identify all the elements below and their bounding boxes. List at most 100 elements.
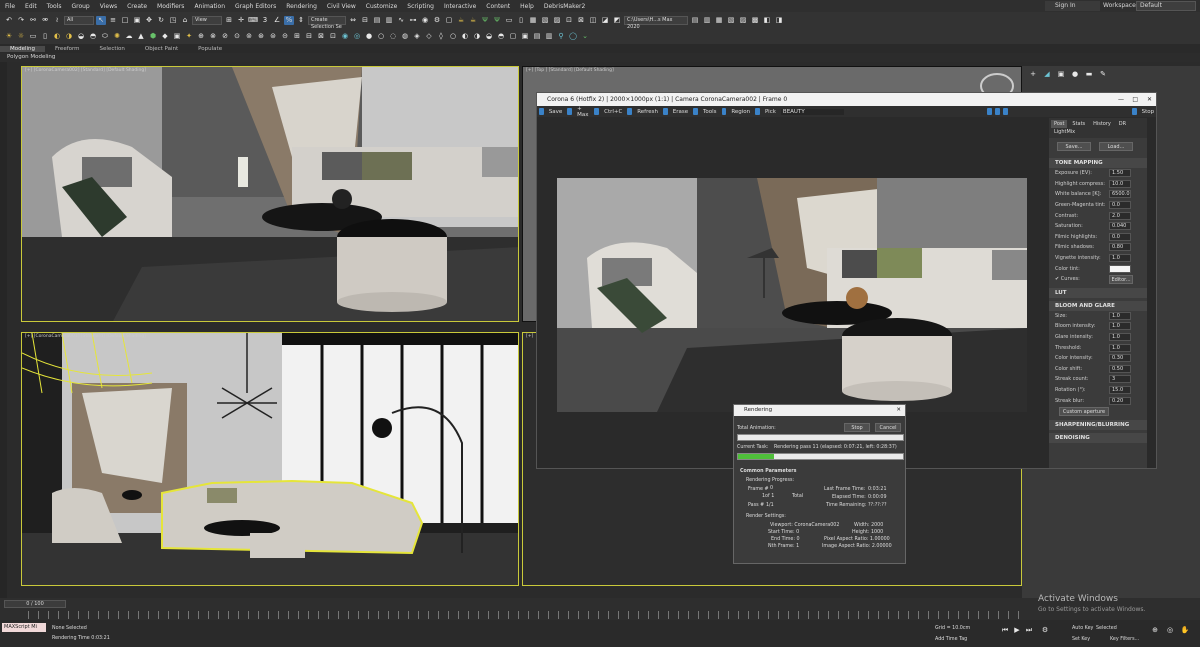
tone-mapping-param-value[interactable]: 0.0 xyxy=(1109,201,1131,210)
bloom-glare-header[interactable]: BLOOM AND GLARE xyxy=(1049,300,1147,311)
hierarchy-tab-icon[interactable]: ▣ xyxy=(1056,70,1066,79)
spinner-snap-icon[interactable]: ⇕ xyxy=(296,16,306,25)
tool-i-icon[interactable]: ▥ xyxy=(702,16,712,25)
viewport-camera001[interactable]: [+] [CoronaCamera001] [Standard] [Defaul… xyxy=(21,332,519,586)
corona-g-icon[interactable]: ◈ xyxy=(412,32,422,41)
menu-civil-view[interactable]: Civil View xyxy=(322,3,361,10)
redo-icon[interactable]: ↷ xyxy=(16,16,26,25)
script-b-icon[interactable]: Ψ xyxy=(492,16,502,25)
snap-3d-icon[interactable]: 3 xyxy=(260,16,270,25)
menu-graph-editors[interactable]: Graph Editors xyxy=(230,3,281,10)
bloom-param-value[interactable]: 1.0 xyxy=(1109,343,1131,352)
zoom-out-icon[interactable] xyxy=(1002,108,1008,115)
scale-icon[interactable]: ◳ xyxy=(168,16,178,25)
tab-dr[interactable]: DR xyxy=(1116,120,1129,128)
to-max-icon[interactable] xyxy=(567,108,573,115)
menu-scripting[interactable]: Scripting xyxy=(402,3,439,10)
vfb-save-button[interactable]: Save xyxy=(547,109,565,115)
script-a-icon[interactable]: Ψ xyxy=(480,16,490,25)
tab-history[interactable]: History xyxy=(1090,120,1114,128)
erase-icon[interactable] xyxy=(662,108,668,115)
object-n-icon[interactable]: ✦ xyxy=(184,32,194,41)
object-z-icon[interactable]: ⊡ xyxy=(328,32,338,41)
copy-icon[interactable] xyxy=(594,108,600,115)
object-u-icon[interactable]: ⊜ xyxy=(268,32,278,41)
ribbon-tab-object-paint[interactable]: Object Paint xyxy=(135,46,188,52)
rect-select-icon[interactable]: □ xyxy=(120,16,130,25)
object-s-icon[interactable]: ⊚ xyxy=(244,32,254,41)
menu-interactive[interactable]: Interactive xyxy=(439,3,481,10)
custom-aperture-button[interactable]: Custom aperture xyxy=(1059,406,1109,416)
render-cancel-button[interactable]: Cancel xyxy=(875,423,901,432)
add-time-tag-button[interactable]: Add Time Tag xyxy=(935,637,967,642)
vfb-stop-button[interactable]: Stop xyxy=(1140,109,1157,115)
select-object-icon[interactable]: ↖ xyxy=(96,15,106,25)
tool-a-icon[interactable]: ▧ xyxy=(540,16,550,25)
tool-g-icon[interactable]: ◩ xyxy=(612,16,622,25)
corona-o-icon[interactable]: ▢ xyxy=(508,32,518,41)
object-g-icon[interactable]: ⬭ xyxy=(100,32,110,41)
object-m-icon[interactable]: ▣ xyxy=(172,32,182,41)
tone-mapping-param-value[interactable]: 6500.0 xyxy=(1109,190,1131,199)
render-icon[interactable]: ☕ xyxy=(456,16,466,25)
tone-mapping-param-value[interactable]: 2.0 xyxy=(1109,211,1131,220)
close-icon[interactable]: ✕ xyxy=(1147,93,1152,106)
motion-tab-icon[interactable]: ● xyxy=(1070,70,1080,79)
curve-editor-icon[interactable]: ∿ xyxy=(396,16,406,25)
file-icon[interactable]: ▯ xyxy=(516,16,526,25)
set-key-button[interactable]: Set Key xyxy=(1072,637,1090,642)
go-end-icon[interactable]: ⏭ xyxy=(1024,626,1034,635)
bloom-param-value[interactable]: 1.0 xyxy=(1109,322,1131,331)
object-w-icon[interactable]: ⊞ xyxy=(292,32,302,41)
region-icon[interactable] xyxy=(721,108,727,115)
vfb-refresh-button[interactable]: Refresh xyxy=(635,109,660,115)
load-preset-button[interactable]: Load... xyxy=(1099,142,1133,151)
create-tab-icon[interactable]: + xyxy=(1028,70,1038,79)
play-icon[interactable]: ▶ xyxy=(1012,626,1022,635)
object-l-icon[interactable]: ◆ xyxy=(160,32,170,41)
object-d-icon[interactable]: ◑ xyxy=(64,32,74,41)
ribbon-tab-modeling[interactable]: Modeling xyxy=(0,45,46,52)
corona-l-icon[interactable]: ◑ xyxy=(472,32,482,41)
bloom-param-value[interactable]: 3 xyxy=(1109,375,1131,384)
minimize-icon[interactable]: — xyxy=(1118,93,1124,106)
tool-m-icon[interactable]: ▩ xyxy=(750,16,760,25)
keyboard-shortcut-icon[interactable]: ⌨ xyxy=(248,16,258,25)
key-selected-select[interactable]: Selected xyxy=(1096,626,1117,631)
corona-q-icon[interactable]: ▤ xyxy=(532,32,542,41)
percent-snap-icon[interactable]: % xyxy=(284,15,294,25)
workspace-select[interactable]: Default xyxy=(1136,1,1196,11)
project-icon[interactable]: ▦ xyxy=(528,16,538,25)
align-icon[interactable]: ⊟ xyxy=(360,16,370,25)
bloom-param-value[interactable]: 1.0 xyxy=(1109,333,1131,342)
light-a-icon[interactable]: ☀ xyxy=(4,32,14,41)
tone-mapping-param-value[interactable]: 0.0 xyxy=(1109,232,1131,241)
vfb-copy-button[interactable]: Ctrl+C xyxy=(602,109,624,115)
tool-l-icon[interactable]: ▨ xyxy=(738,16,748,25)
tone-mapping-param-value[interactable]: 0.040 xyxy=(1109,222,1131,231)
vfb-pick-button[interactable]: Pick xyxy=(763,109,778,115)
corona-k-icon[interactable]: ◐ xyxy=(460,32,470,41)
light-bulb-icon[interactable]: ◯ xyxy=(568,32,578,41)
menu-customize[interactable]: Customize xyxy=(361,3,403,10)
vfb-max-button[interactable]: + Max xyxy=(575,106,591,118)
tool-b-icon[interactable]: ▨ xyxy=(552,16,562,25)
corona-n-icon[interactable]: ◓ xyxy=(496,32,506,41)
select-by-name-icon[interactable]: ≡ xyxy=(108,16,118,25)
project-path[interactable]: C:\Users\H...s Max 2020 xyxy=(624,15,688,30)
menu-edit[interactable]: Edit xyxy=(20,3,42,10)
link-icon[interactable]: ⚯ xyxy=(28,16,38,25)
stop-icon[interactable] xyxy=(1131,108,1137,115)
tool-f-icon[interactable]: ◪ xyxy=(600,16,610,25)
material-editor-icon[interactable]: ◉ xyxy=(420,16,430,25)
channel-select[interactable]: BEAUTY xyxy=(780,108,844,115)
tone-mapping-param-value[interactable]: 0.80 xyxy=(1109,243,1131,252)
utilities-tab-icon[interactable]: ✎ xyxy=(1098,70,1108,79)
render-frame-icon[interactable]: ▢ xyxy=(444,16,454,25)
time-config-icon[interactable]: ⚙ xyxy=(1040,626,1050,635)
object-k-icon[interactable]: ⬢ xyxy=(148,32,158,41)
key-filters-button[interactable]: Key Filters... xyxy=(1110,637,1139,642)
object-x-icon[interactable]: ⊟ xyxy=(304,32,314,41)
rotate-icon[interactable]: ↻ xyxy=(156,16,166,25)
bloom-param-value[interactable]: 15.0 xyxy=(1109,385,1131,394)
